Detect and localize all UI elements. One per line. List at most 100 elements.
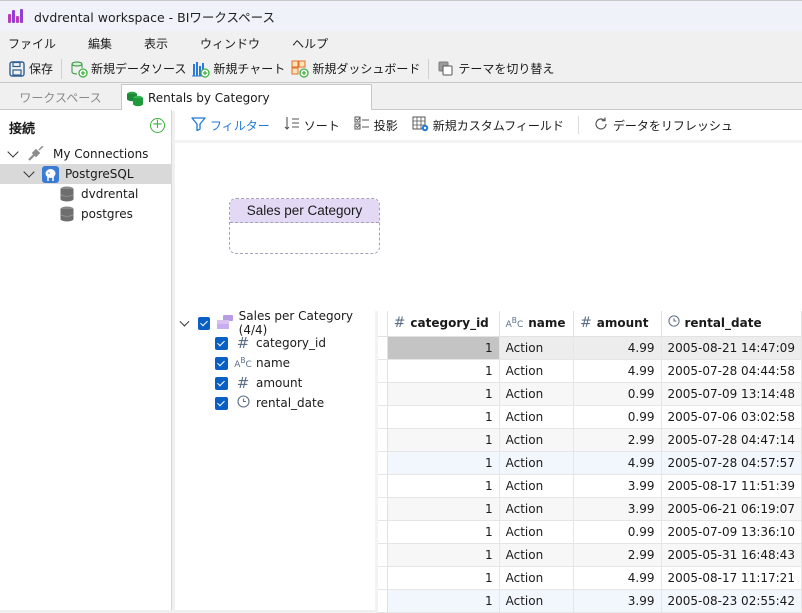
new-dashboard-button[interactable]: 新規ダッシュボード: [288, 57, 423, 81]
cell-amount[interactable]: 4.99: [573, 566, 662, 590]
tree-item-postgresql[interactable]: PostgreSQL: [0, 164, 172, 184]
row-header[interactable]: [378, 589, 388, 613]
field-row[interactable]: # amount: [215, 373, 302, 393]
filter-button[interactable]: フィルター: [191, 116, 270, 134]
cell-name[interactable]: Action: [499, 359, 575, 383]
row-header[interactable]: [378, 474, 388, 498]
toggle-theme-button[interactable]: テーマを切り替え: [434, 57, 557, 81]
field-group-row[interactable]: Sales per Category (4/4): [179, 309, 375, 337]
cell-category-id[interactable]: 1: [387, 497, 500, 521]
table-row[interactable]: 1 Action 4.99 2005-08-17 11:17:21: [378, 566, 802, 590]
field-checkbox[interactable]: [215, 376, 228, 390]
menu-window[interactable]: ウィンドウ: [192, 35, 260, 52]
cell-category-id[interactable]: 1: [387, 566, 500, 590]
cell-category-id[interactable]: 1: [387, 451, 500, 475]
save-button[interactable]: 保存: [5, 57, 56, 81]
cell-category-id[interactable]: 1: [387, 589, 500, 613]
table-row[interactable]: 1 Action 3.99 2005-06-21 06:19:07: [378, 497, 802, 521]
new-chart-button[interactable]: 新規チャート: [189, 57, 288, 81]
cell-amount[interactable]: 4.99: [573, 359, 662, 383]
cell-rental-date[interactable]: 2005-07-09 13:14:48: [661, 382, 802, 406]
cell-amount[interactable]: 4.99: [573, 336, 662, 360]
table-row[interactable]: 1 Action 0.99 2005-07-06 03:02:58: [378, 405, 802, 429]
row-header[interactable]: [378, 497, 388, 521]
cell-name[interactable]: Action: [499, 543, 575, 567]
group-checkbox[interactable]: [197, 316, 210, 330]
cell-name[interactable]: Action: [499, 566, 575, 590]
cell-category-id[interactable]: 1: [387, 474, 500, 498]
menu-help[interactable]: ヘルプ: [284, 35, 328, 52]
menu-view[interactable]: 表示: [136, 35, 168, 52]
cell-rental-date[interactable]: 2005-05-31 16:48:43: [661, 543, 802, 567]
chevron-down-icon[interactable]: [23, 166, 35, 178]
cell-rental-date[interactable]: 2005-08-17 11:51:39: [661, 474, 802, 498]
row-header[interactable]: [378, 405, 388, 429]
chevron-down-icon[interactable]: [179, 316, 190, 326]
cell-rental-date[interactable]: 2005-08-21 14:47:09: [661, 336, 802, 360]
sort-button[interactable]: ソート: [284, 116, 340, 134]
column-header-name[interactable]: ABC name: [499, 311, 575, 337]
cell-category-id[interactable]: 1: [387, 382, 500, 406]
column-header-category-id[interactable]: # category_id: [387, 311, 500, 337]
row-header[interactable]: [378, 543, 388, 567]
tree-item-database[interactable]: postgres: [0, 204, 172, 224]
cell-amount[interactable]: 0.99: [573, 405, 662, 429]
cell-category-id[interactable]: 1: [387, 336, 500, 360]
cell-category-id[interactable]: 1: [387, 428, 500, 452]
cell-amount[interactable]: 0.99: [573, 382, 662, 406]
table-row[interactable]: 1 Action 2.99 2005-05-31 16:48:43: [378, 543, 802, 567]
cell-rental-date[interactable]: 2005-06-21 06:19:07: [661, 497, 802, 521]
tree-item-my-connections[interactable]: My Connections: [0, 144, 172, 164]
cell-name[interactable]: Action: [499, 474, 575, 498]
row-header[interactable]: [378, 359, 388, 383]
datasource-node[interactable]: Sales per Category: [229, 198, 380, 254]
chevron-down-icon[interactable]: [7, 146, 19, 158]
cell-name[interactable]: Action: [499, 451, 575, 475]
field-checkbox[interactable]: [215, 336, 228, 350]
cell-name[interactable]: Action: [499, 336, 575, 360]
table-row[interactable]: 1 Action 4.99 2005-07-28 04:57:57: [378, 451, 802, 475]
row-header[interactable]: [378, 566, 388, 590]
table-row[interactable]: 1 Action 3.99 2005-08-17 11:51:39: [378, 474, 802, 498]
table-row[interactable]: 1 Action 4.99 2005-08-21 14:47:09: [378, 336, 802, 360]
field-checkbox[interactable]: [215, 356, 228, 370]
new-custom-field-button[interactable]: 新規カスタムフィールド: [412, 116, 564, 135]
menu-file[interactable]: ファイル: [0, 35, 56, 52]
refresh-data-button[interactable]: データをリフレッシュ: [593, 116, 733, 135]
cell-amount[interactable]: 2.99: [573, 543, 662, 567]
table-row[interactable]: 1 Action 3.99 2005-08-23 02:55:42: [378, 589, 802, 613]
column-header-rental-date[interactable]: rental_date: [661, 311, 802, 337]
cell-rental-date[interactable]: 2005-07-06 03:02:58: [661, 405, 802, 429]
cell-rental-date[interactable]: 2005-07-09 13:36:10: [661, 520, 802, 544]
add-circle-icon[interactable]: +: [150, 118, 165, 133]
cell-amount[interactable]: 2.99: [573, 428, 662, 452]
cell-name[interactable]: Action: [499, 497, 575, 521]
menu-edit[interactable]: 編集: [80, 35, 112, 52]
cell-amount[interactable]: 3.99: [573, 474, 662, 498]
new-datasource-button[interactable]: 新規データソース: [67, 57, 189, 81]
row-header[interactable]: [378, 382, 388, 406]
cell-rental-date[interactable]: 2005-08-23 02:55:42: [661, 589, 802, 613]
cell-rental-date[interactable]: 2005-07-28 04:57:57: [661, 451, 802, 475]
tab-workspace[interactable]: ワークスペース: [0, 84, 121, 110]
column-header-amount[interactable]: # amount: [573, 311, 662, 337]
cell-amount[interactable]: 4.99: [573, 451, 662, 475]
projection-button[interactable]: 投影: [354, 116, 398, 134]
query-canvas[interactable]: Sales per Category: [175, 146, 802, 311]
cell-name[interactable]: Action: [499, 589, 575, 613]
table-row[interactable]: 1 Action 4.99 2005-07-28 04:44:58: [378, 359, 802, 383]
field-row[interactable]: # category_id: [215, 333, 326, 353]
cell-amount[interactable]: 0.99: [573, 520, 662, 544]
cell-name[interactable]: Action: [499, 405, 575, 429]
cell-amount[interactable]: 3.99: [573, 589, 662, 613]
cell-name[interactable]: Action: [499, 382, 575, 406]
table-row[interactable]: 1 Action 0.99 2005-07-09 13:14:48: [378, 382, 802, 406]
row-header[interactable]: [378, 428, 388, 452]
row-header[interactable]: [378, 336, 388, 360]
cell-rental-date[interactable]: 2005-07-28 04:47:14: [661, 428, 802, 452]
cell-name[interactable]: Action: [499, 428, 575, 452]
cell-rental-date[interactable]: 2005-07-28 04:44:58: [661, 359, 802, 383]
cell-category-id[interactable]: 1: [387, 543, 500, 567]
field-row[interactable]: ABC name: [215, 353, 290, 373]
row-header[interactable]: [378, 520, 388, 544]
